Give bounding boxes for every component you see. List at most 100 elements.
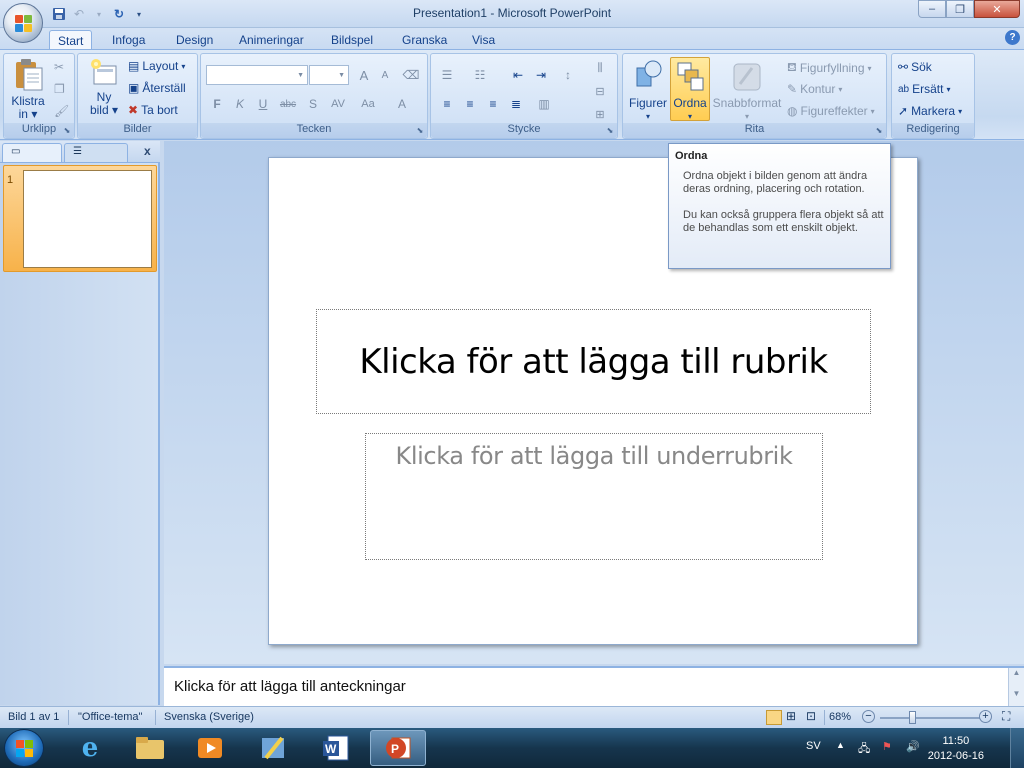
increase-indent-icon[interactable]: ⇥ [530,65,552,85]
paint-icon[interactable] [246,730,302,766]
tab-granska[interactable]: Granska [394,30,455,50]
slide-sorter-icon[interactable]: ⊞ [786,709,796,723]
title-placeholder[interactable]: Klicka för att lägga till rubrik [316,309,871,414]
underline-button[interactable]: U [252,94,274,114]
align-text-icon[interactable]: ⊟ [589,81,611,101]
close-pane-button[interactable]: x [144,144,151,158]
language-indicator[interactable]: SV [806,740,821,752]
select-button[interactable]: ➚ Markera ▾ [898,104,962,118]
delete-slide-button[interactable]: ✖ Ta bort [128,103,178,117]
shadow-button[interactable]: S [302,94,324,114]
subtitle-placeholder[interactable]: Klicka för att lägga till underrubrik [365,433,823,560]
taskbar: e W P SV ▲ 🖧 ⚑ 🔊 11:50 2012-06-16 [0,728,1024,768]
font-color-button[interactable]: A [391,94,413,114]
action-center-icon[interactable]: ⚑ [882,740,892,753]
shapes-button[interactable]: Figurer ▾ [627,58,669,123]
scroll-down-icon[interactable]: ▼ [1009,689,1024,698]
show-hidden-icons[interactable]: ▲ [836,740,845,750]
find-button[interactable]: ⚯ Sök [898,60,932,74]
show-desktop-button[interactable] [1010,728,1024,768]
zoom-in-icon[interactable]: + [979,710,992,723]
text-direction-icon[interactable]: ⫼ [589,58,611,78]
zoom-out-icon[interactable]: − [862,710,875,723]
shrink-font-button[interactable]: A [374,65,396,85]
window-title: Presentation1 - Microsoft PowerPoint [412,6,612,20]
numbering-icon[interactable]: ☷ [469,65,491,85]
explorer-folder-icon[interactable] [122,730,178,766]
font-size-combo[interactable]: ▼ [309,65,349,85]
maximize-button[interactable]: ❐ [946,0,974,18]
decrease-indent-icon[interactable]: ⇤ [507,65,529,85]
media-player-icon[interactable] [182,730,238,766]
theme-name[interactable]: "Office-tema" [78,711,142,723]
network-icon[interactable]: 🖧 [858,740,870,759]
clear-formatting-icon[interactable]: ⌫ [400,65,422,85]
quick-styles-button[interactable]: Snabbformat ▾ [712,58,782,123]
bullets-icon[interactable]: ☰ [436,65,458,85]
notes-scrollbar[interactable]: ▲ ▼ [1008,668,1024,706]
tab-start[interactable]: Start [49,30,93,50]
strikethrough-button[interactable]: abc [277,94,299,114]
internet-explorer-icon[interactable]: e [62,730,118,766]
justify-icon[interactable]: ≣ [505,94,527,114]
volume-icon[interactable]: 🔊 [906,740,920,753]
shapes-icon [636,60,662,87]
rita-launcher-icon[interactable]: ⬊ [874,126,884,136]
fit-to-window-icon[interactable]: ⛶ [1002,709,1010,724]
tecken-launcher-icon[interactable]: ⬊ [415,126,425,136]
tab-design[interactable]: Design [168,30,221,50]
shape-effects-button[interactable]: ◍ Figureffekter ▾ [787,104,875,118]
urklipp-launcher-icon[interactable]: ⬊ [62,126,72,136]
tab-outline[interactable]: ☰ [64,143,128,162]
shape-outline-button[interactable]: ✎ Kontur ▾ [787,82,842,96]
line-spacing-icon[interactable]: ↕ [557,65,579,85]
minimize-button[interactable]: – [918,0,946,18]
zoom-level[interactable]: 68% [829,711,851,723]
slideshow-view-icon[interactable]: ⊡ [806,709,816,723]
group-urklipp: Klistra in ▾ ✂ ❐ 🖌 Urklipp ⬊ [3,53,75,139]
align-left-icon[interactable]: ≡ [436,94,458,114]
notes-pane[interactable]: Klicka för att lägga till anteckningar [164,666,1024,706]
align-right-icon[interactable]: ≡ [482,94,504,114]
tab-animeringar[interactable]: Animeringar [231,30,312,50]
shape-fill-button[interactable]: ⛾ Figurfyllning ▾ [787,60,872,76]
scroll-up-icon[interactable]: ▲ [1009,668,1024,677]
group-tecken: ▼ ▼ A A ⌫ F K U abc S AV Aa A Tecken ⬊ [200,53,428,139]
align-center-icon[interactable]: ≡ [459,94,481,114]
grow-font-button[interactable]: A [353,65,375,85]
office-button[interactable] [3,3,43,43]
ribbon-tabs: Start Infoga Design Animeringar Bildspel… [0,28,1024,50]
zoom-slider[interactable] [880,711,980,724]
language-status[interactable]: Svenska (Sverige) [164,711,254,723]
slide-thumbnail[interactable] [23,170,152,268]
new-slide-button[interactable]: Ny bild ▾ [82,58,126,117]
smartart-icon[interactable]: ⊞ [589,104,611,124]
font-family-combo[interactable]: ▼ [206,65,308,85]
tab-bildspel[interactable]: Bildspel [323,30,381,50]
paste-button[interactable]: Klistra in ▾ [8,58,48,121]
tab-infoga[interactable]: Infoga [104,30,153,50]
powerpoint-icon[interactable]: P [370,730,426,766]
stycke-launcher-icon[interactable]: ⬊ [605,126,615,136]
char-spacing-button[interactable]: AV [327,94,349,114]
reset-button[interactable]: ▣ Återställ [128,81,186,95]
tab-slides[interactable]: ▭ [2,143,62,162]
start-button[interactable] [4,729,44,767]
columns-icon[interactable]: ▥ [533,94,555,114]
cut-icon[interactable]: ✂ [54,60,64,74]
tab-visa[interactable]: Visa [464,30,503,50]
bold-button[interactable]: F [206,94,228,114]
change-case-button[interactable]: Aa [357,94,379,114]
arrange-button[interactable]: Ordna ▾ [670,57,710,121]
normal-view-icon[interactable] [766,710,782,725]
close-button[interactable]: ✕ [974,0,1020,18]
format-painter-icon[interactable]: 🖌 [54,104,69,118]
zoom-slider-thumb[interactable] [909,711,917,724]
layout-button[interactable]: ▤ Layout ▾ [128,59,185,73]
copy-icon[interactable]: ❐ [54,82,65,96]
italic-button[interactable]: K [229,94,251,114]
clock[interactable]: 11:50 2012-06-16 [928,734,984,764]
replace-button[interactable]: ab Ersätt ▾ [898,82,950,96]
help-icon[interactable]: ? [1005,30,1020,45]
word-icon[interactable]: W [308,730,364,766]
